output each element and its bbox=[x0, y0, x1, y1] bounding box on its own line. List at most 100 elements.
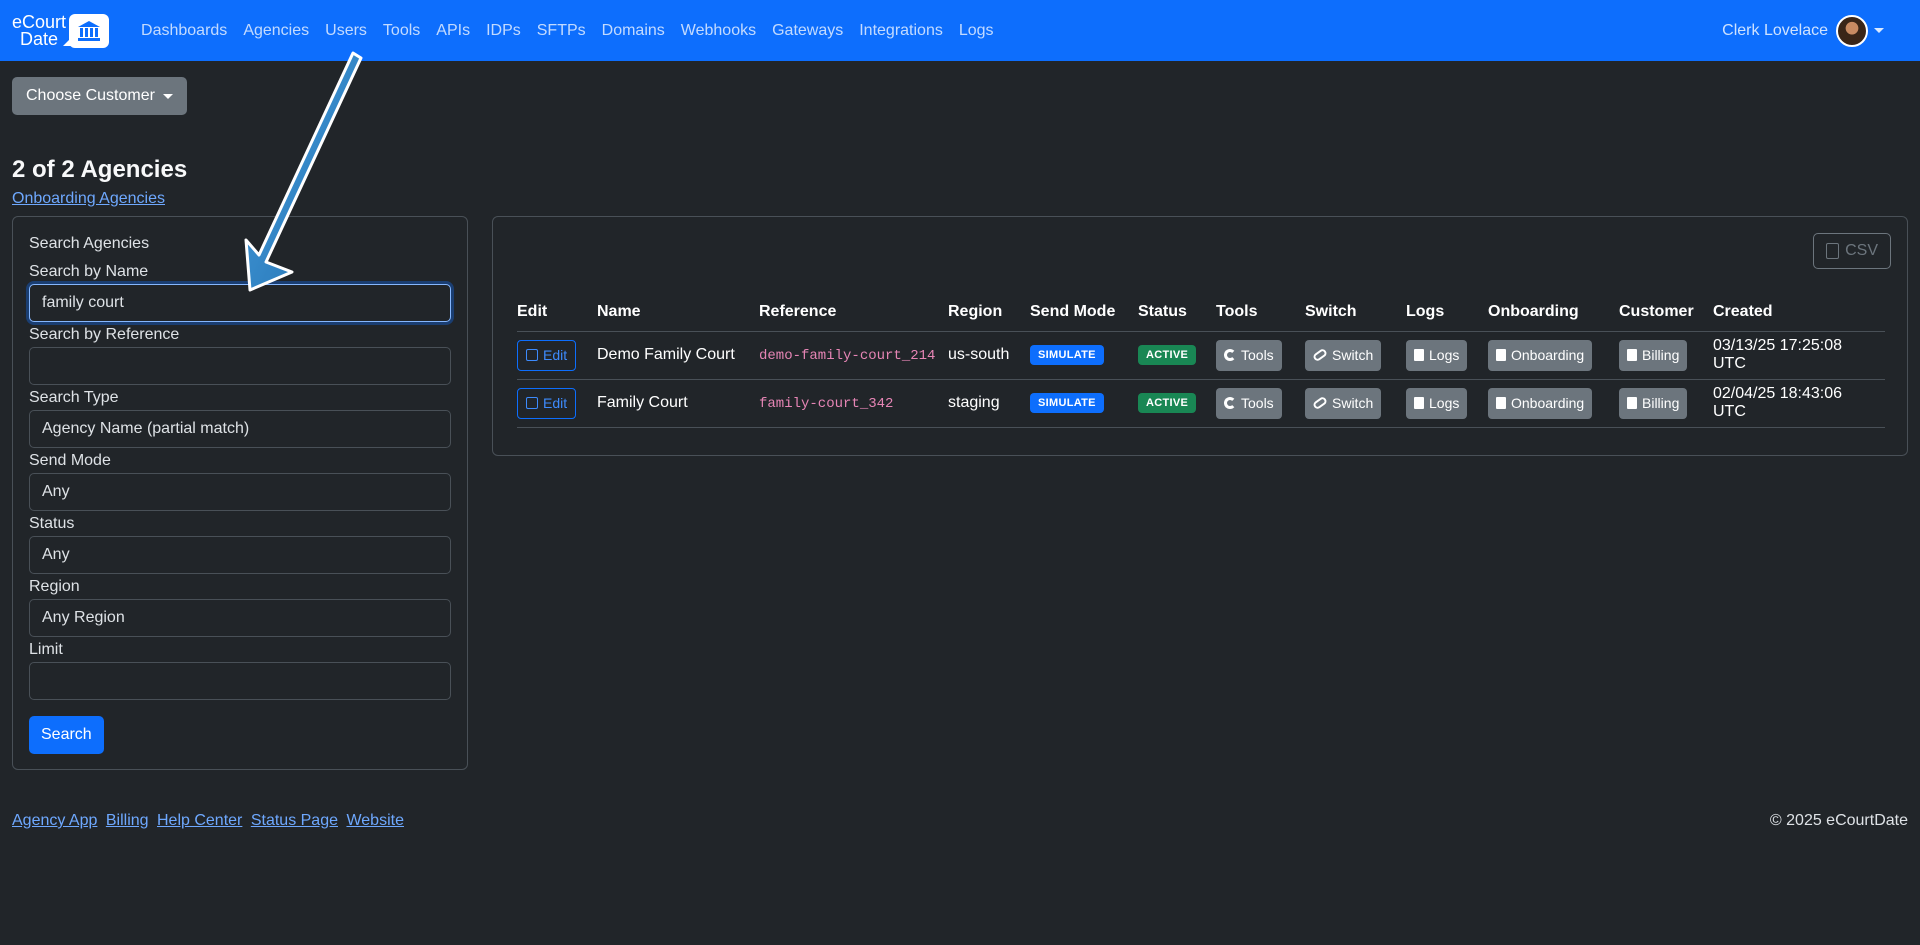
agency-name: Demo Family Court bbox=[597, 331, 759, 380]
status-badge: ACTIVE bbox=[1138, 393, 1197, 413]
col-created[interactable]: Created bbox=[1713, 293, 1885, 332]
switch-label: Switch bbox=[1332, 395, 1374, 411]
logs-button[interactable]: Logs bbox=[1406, 339, 1468, 371]
onboarding-button[interactable]: Onboarding bbox=[1488, 387, 1593, 419]
footer-help-center-link[interactable]: Help Center bbox=[157, 812, 242, 829]
edit-label: Edit bbox=[543, 347, 568, 363]
agency-region: us-south bbox=[948, 331, 1030, 380]
send-mode-select[interactable]: Any bbox=[29, 473, 451, 511]
user-name: Clerk Lovelace bbox=[1722, 21, 1828, 39]
footer-copyright: © 2025 eCourtDate bbox=[1769, 812, 1908, 829]
onboarding-button[interactable]: Onboarding bbox=[1488, 339, 1593, 371]
nav-agencies[interactable]: Agencies bbox=[235, 22, 317, 40]
user-menu[interactable]: Clerk Lovelace bbox=[1722, 0, 1884, 61]
wrench-icon bbox=[1224, 397, 1236, 409]
csv-button[interactable]: CSV bbox=[1813, 233, 1891, 269]
status-badge: ACTIVE bbox=[1138, 345, 1197, 365]
logs-button[interactable]: Logs bbox=[1406, 387, 1468, 419]
brand-logo[interactable]: eCourt Date bbox=[12, 11, 110, 49]
page-title: 2 of 2 Agencies bbox=[12, 156, 188, 183]
status-label: Status bbox=[29, 515, 75, 532]
edit-icon bbox=[526, 349, 538, 361]
switch-button[interactable]: Switch bbox=[1305, 387, 1382, 419]
nav-sftps[interactable]: SFTPs bbox=[529, 22, 594, 40]
search-heading: Search Agencies bbox=[29, 235, 150, 252]
search-type-select[interactable]: Agency Name (partial match) bbox=[29, 410, 451, 448]
name-label: Search by Name bbox=[29, 263, 149, 280]
link-icon bbox=[1311, 347, 1329, 363]
col-customer[interactable]: Customer bbox=[1619, 293, 1713, 332]
brand-line1: eCourt bbox=[12, 11, 67, 32]
status-select[interactable]: Any bbox=[29, 536, 451, 574]
top-navbar: eCourt Date Dashboards Agencies Users To… bbox=[0, 0, 1920, 61]
nav-apis[interactable]: APIs bbox=[428, 22, 478, 40]
edit-button[interactable]: Edit bbox=[517, 339, 577, 371]
nav-dashboards[interactable]: Dashboards bbox=[133, 22, 235, 40]
nav-links: Dashboards Agencies Users Tools APIs IDP… bbox=[133, 22, 1002, 40]
col-reference[interactable]: Reference bbox=[759, 293, 948, 332]
billing-label: Billing bbox=[1642, 395, 1680, 411]
file-text-icon bbox=[1627, 349, 1637, 361]
col-send-mode[interactable]: Send Mode bbox=[1030, 293, 1138, 332]
search-reference-input[interactable] bbox=[29, 347, 451, 385]
choose-customer-label: Choose Customer bbox=[26, 87, 155, 104]
tools-button[interactable]: Tools bbox=[1216, 339, 1282, 371]
send-mode-badge: SIMULATE bbox=[1030, 393, 1104, 413]
csv-label: CSV bbox=[1845, 242, 1878, 259]
chevron-down-icon bbox=[1874, 28, 1884, 33]
results-panel: CSV Edit Name Reference Region Send Mode… bbox=[492, 216, 1908, 456]
col-region[interactable]: Region bbox=[948, 293, 1030, 332]
onboarding-agencies-link[interactable]: Onboarding Agencies bbox=[12, 190, 165, 208]
col-onboarding[interactable]: Onboarding bbox=[1488, 293, 1619, 332]
switch-button[interactable]: Switch bbox=[1305, 339, 1382, 371]
logs-label: Logs bbox=[1429, 395, 1460, 411]
region-select[interactable]: Any Region bbox=[29, 599, 451, 637]
billing-button[interactable]: Billing bbox=[1619, 339, 1688, 371]
send-mode-badge: SIMULATE bbox=[1030, 345, 1104, 365]
agency-region: staging bbox=[948, 379, 1030, 428]
courthouse-icon bbox=[63, 13, 110, 48]
edit-button[interactable]: Edit bbox=[517, 387, 577, 419]
search-name-input[interactable]: family court bbox=[29, 284, 451, 322]
table-row: Edit Demo Family Court demo-family-court… bbox=[517, 331, 1885, 380]
footer-agency-app-link[interactable]: Agency App bbox=[12, 812, 97, 829]
choose-customer-button[interactable]: Choose Customer bbox=[12, 77, 187, 115]
edit-icon bbox=[526, 397, 538, 409]
link-icon bbox=[1311, 395, 1329, 411]
nav-logs[interactable]: Logs bbox=[951, 22, 1002, 40]
nav-gateways[interactable]: Gateways bbox=[764, 22, 851, 40]
csv-file-icon bbox=[1826, 243, 1840, 259]
footer-status-page-link[interactable]: Status Page bbox=[251, 812, 338, 829]
billing-label: Billing bbox=[1642, 347, 1680, 363]
limit-input[interactable] bbox=[29, 662, 451, 700]
table-header-row: Edit Name Reference Region Send Mode Sta… bbox=[517, 293, 1885, 332]
wrench-icon bbox=[1224, 349, 1236, 361]
avatar bbox=[1836, 14, 1868, 47]
nav-tools[interactable]: Tools bbox=[375, 22, 428, 40]
billing-button[interactable]: Billing bbox=[1619, 387, 1688, 419]
tools-button[interactable]: Tools bbox=[1216, 387, 1282, 419]
col-status[interactable]: Status bbox=[1138, 293, 1216, 332]
table-row: Edit Family Court family-court_342 stagi… bbox=[517, 379, 1885, 428]
type-label: Search Type bbox=[29, 389, 119, 406]
nav-domains[interactable]: Domains bbox=[594, 22, 673, 40]
tools-label: Tools bbox=[1241, 347, 1274, 363]
nav-integrations[interactable]: Integrations bbox=[851, 22, 951, 40]
created-date: 03/13/25 17:25:08 UTC bbox=[1713, 331, 1885, 380]
nav-webhooks[interactable]: Webhooks bbox=[673, 22, 764, 40]
col-logs[interactable]: Logs bbox=[1406, 293, 1488, 332]
search-panel: Search Agencies Search by Name family co… bbox=[12, 216, 468, 770]
agency-reference: family-court_342 bbox=[759, 396, 894, 412]
search-button[interactable]: Search bbox=[29, 716, 104, 754]
col-name[interactable]: Name bbox=[597, 293, 759, 332]
switch-label: Switch bbox=[1332, 347, 1374, 363]
col-switch[interactable]: Switch bbox=[1305, 293, 1406, 332]
col-tools[interactable]: Tools bbox=[1216, 293, 1305, 332]
col-edit[interactable]: Edit bbox=[517, 293, 597, 332]
footer-billing-link[interactable]: Billing bbox=[106, 812, 149, 829]
nav-idps[interactable]: IDPs bbox=[478, 22, 529, 40]
file-icon bbox=[1414, 397, 1424, 409]
nav-users[interactable]: Users bbox=[317, 22, 375, 40]
brand-line2: Date bbox=[20, 28, 59, 49]
footer-website-link[interactable]: Website bbox=[346, 812, 404, 829]
